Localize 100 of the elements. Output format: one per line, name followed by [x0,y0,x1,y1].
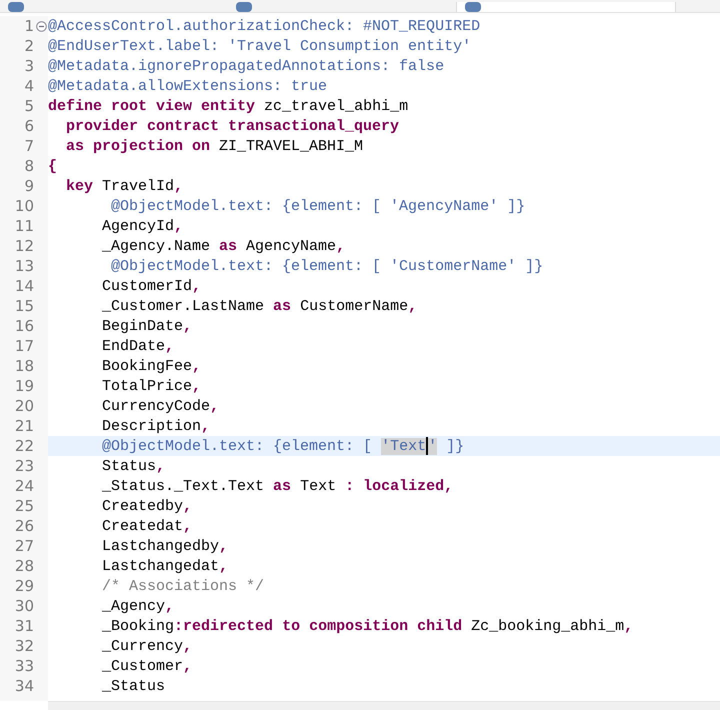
code-text: _Agency.Name [101,238,212,254]
punctuation-text: , [192,278,202,294]
punctuation-text: : [345,478,354,494]
keyword-text: redirected to composition child [183,618,462,634]
line-number: 16 [14,317,34,335]
code-text: zc_travel_abhi_m [263,98,408,114]
punctuation-text: , [192,378,202,394]
punctuation-text: , [183,658,192,674]
keyword-text: as [219,238,238,254]
punctuation-text: , [165,338,174,354]
punctuation-text: , [336,238,346,254]
line-number: 13 [14,257,34,275]
keyword-text: { [48,158,58,174]
code-text: Createdby [101,498,184,514]
file-icon [236,2,252,12]
punctuation-text: , [192,358,202,374]
code-text: Zc_booking_abhi_m [470,618,624,634]
line-number: 3 [23,57,34,75]
line-number: 26 [14,517,34,535]
line-number: 23 [14,457,34,475]
line-number: 4 [23,77,34,95]
code-text: TravelId [101,178,174,194]
code-text: EndDate [101,338,166,354]
code-text: _Status [101,678,166,694]
punctuation-text: , [183,318,192,334]
code-text: Text [299,478,338,494]
keyword-text: localized [362,478,444,494]
line-number: 15 [14,297,34,315]
code-text: _Currency [101,638,184,654]
code-text: Lastchangedat [101,558,220,574]
comment-text: /* Associations */ [101,578,264,594]
editor-tab[interactable] [456,2,676,12]
annotation-text: ]} [445,438,464,454]
annotation-text: @AccessControl.authorizationCheck: #NOT_REQUIRED [48,18,480,34]
line-number: 17 [14,337,34,355]
punctuation-text: , [219,558,228,574]
code-text: Status [101,458,156,474]
annotation-text: @EndUserText.label: 'Travel Consumption entity' [48,38,472,54]
keyword-text: key [65,178,94,194]
annotation-text: @ObjectModel.text: {element: [ [101,438,374,454]
line-number: 12 [14,237,34,255]
keyword-text: as [273,298,292,314]
annotation-text: @ObjectModel.text: {element: [ 'AgencyName' ]} [110,198,526,214]
code-text: Createdat [101,518,184,534]
code-text: BeginDate [101,318,184,334]
punctuation-text: , [165,598,174,614]
punctuation-text: , [408,298,418,314]
code-text: _Status._Text.Text [101,478,266,494]
line-number: 32 [14,637,34,655]
line-number: 27 [14,537,34,555]
punctuation-text: , [444,478,454,494]
punctuation-text: : [174,618,184,634]
line-number: 11 [14,217,34,235]
punctuation-text: , [201,418,210,434]
text-cursor [426,437,428,455]
code-text: Description [101,418,202,434]
file-icon [465,2,481,12]
collapse-icon[interactable] [36,20,46,32]
punctuation-text: , [219,538,228,554]
keyword-text: as projection on [65,138,210,154]
line-number: 30 [14,597,34,615]
line-number: 18 [14,357,34,375]
line-number: 2 [23,37,34,55]
keyword-text: as [273,478,292,494]
code-text: CustomerName [299,298,408,314]
annotation-text: @ObjectModel.text: {element: [ 'CustomerName' ]} [110,258,544,274]
code-text: BookingFee [101,358,192,374]
annotation-text: @Metadata.allowExtensions: true [48,78,328,94]
line-number: 19 [14,377,34,395]
punctuation-text: , [174,178,184,194]
line-number: 24 [14,477,34,495]
keyword-text: define root view entity [48,98,256,114]
line-number: 7 [23,137,34,155]
line-number: 20 [14,397,34,415]
horizontal-scrollbar[interactable] [48,701,720,710]
line-number: 25 [14,497,34,515]
line-number: 22 [14,437,34,455]
line-number: 6 [23,117,34,135]
code-text: ZI_TRAVEL_ABHI_M [218,138,364,154]
keyword-text: provider contract transactional_query [65,118,400,134]
line-number: 34 [14,677,34,695]
code-text: AgencyId [101,218,174,234]
punctuation-text: , [624,618,634,634]
line-number: 1 [23,17,34,35]
punctuation-text: , [183,518,192,534]
code-text: _Agency [101,598,166,614]
highlighted-string: 'Text [381,438,426,454]
code-text: CurrencyCode [101,398,210,414]
punctuation-text: , [183,638,192,654]
annotation-text: @Metadata.ignorePropagatedAnnotations: false [48,58,444,74]
line-number: 31 [14,617,34,635]
line-number: 8 [23,157,34,175]
line-number: 29 [14,577,34,595]
code-text: _Customer.LastName [101,298,266,314]
highlighted-string: ' [428,438,438,454]
line-number: 28 [14,557,34,575]
code-text: Lastchangedby [101,538,220,554]
file-icon [8,2,24,12]
punctuation-text: , [183,498,192,514]
line-number: 14 [14,277,34,295]
